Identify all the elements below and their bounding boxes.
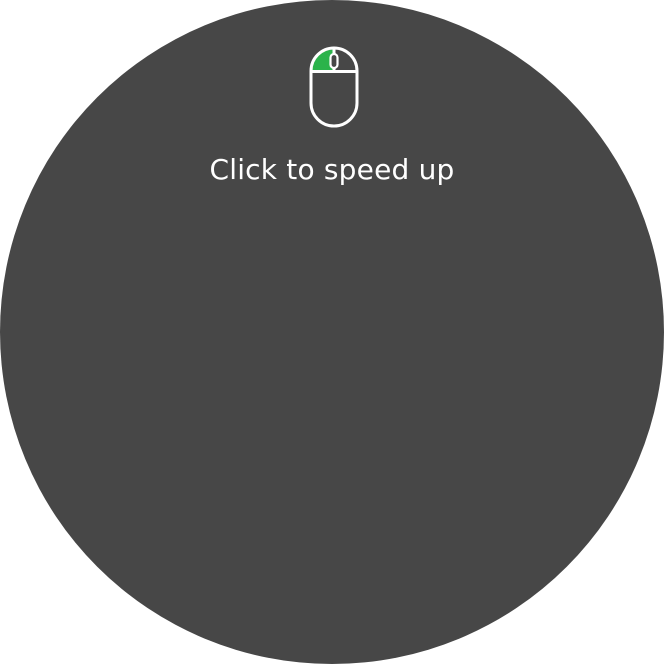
speed-up-dial[interactable]: Click to speed up: [0, 0, 664, 664]
speed-up-hint: Click to speed up: [209, 153, 455, 186]
mouse-left-click-icon: [306, 46, 362, 128]
stage: Click to speed up: [0, 0, 664, 664]
